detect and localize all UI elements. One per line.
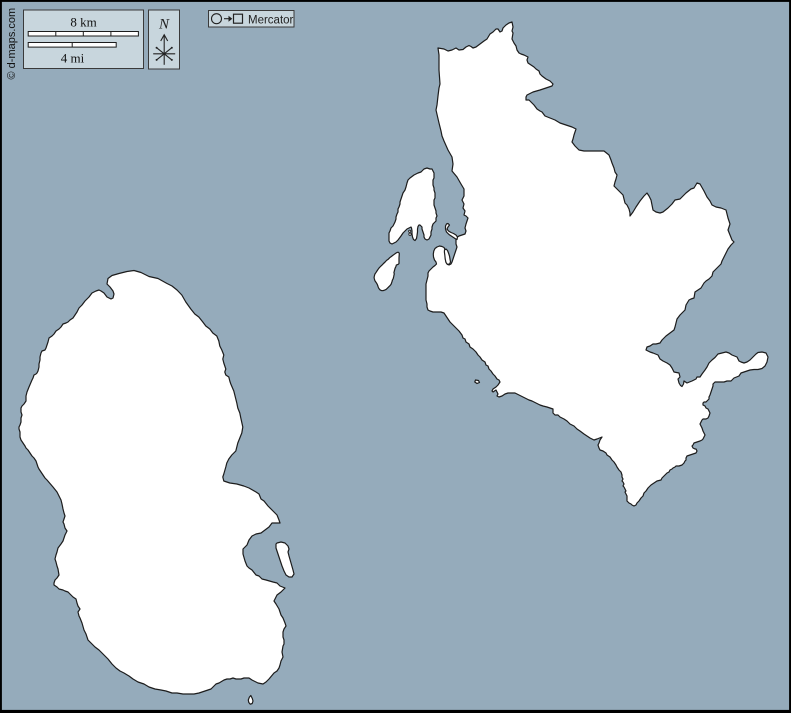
svg-text:© d-maps.com: © d-maps.com	[6, 8, 18, 80]
svg-text:8 km: 8 km	[70, 15, 96, 30]
svg-text:N: N	[158, 17, 170, 33]
svg-text:4 mi: 4 mi	[61, 51, 85, 66]
svg-text:Mercator: Mercator	[248, 14, 294, 26]
